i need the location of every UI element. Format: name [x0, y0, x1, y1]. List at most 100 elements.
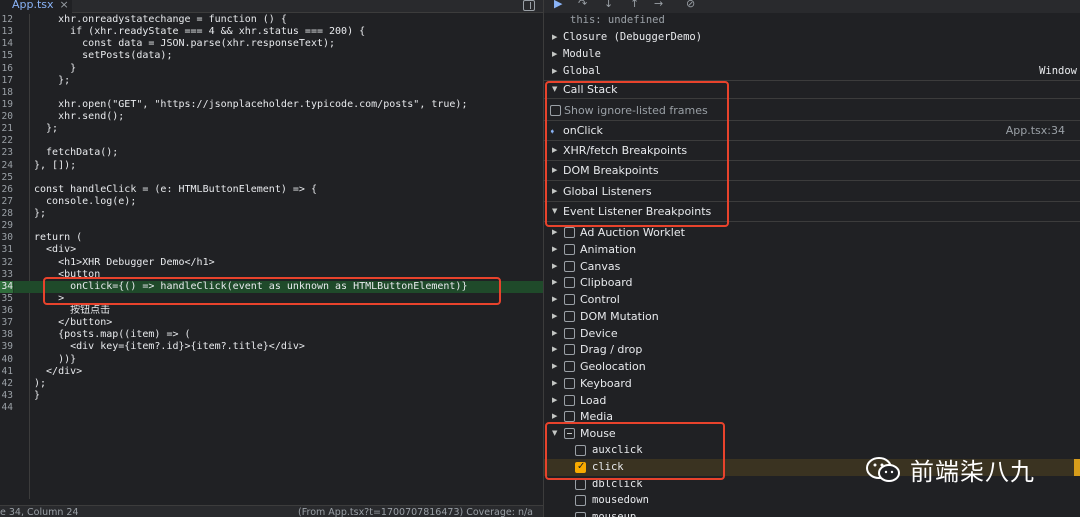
event-category-checkbox[interactable]	[564, 294, 575, 305]
line-number[interactable]: 26	[0, 184, 13, 196]
step-over-icon[interactable]: ↷	[578, 0, 587, 10]
line-number[interactable]: 12	[0, 14, 13, 26]
scope-module[interactable]: ▶ Module	[544, 46, 1080, 63]
file-tab[interactable]: App.tsx ×	[0, 0, 72, 13]
code-line[interactable]: 19 xhr.open("GET", "https://jsonplacehol…	[0, 99, 543, 111]
code-line[interactable]: 32 <h1>XHR Debugger Demo</h1>	[0, 257, 543, 269]
scope-closure[interactable]: ▶ Closure (DebuggerDemo)	[544, 29, 1080, 46]
scope-global[interactable]: ▶ Global Window	[544, 63, 1080, 80]
code-line[interactable]: 39 <div key={item?.id}>{item?.title}</di…	[0, 341, 543, 353]
deactivate-breakpoints-icon[interactable]: ⊘	[686, 0, 695, 10]
code-line[interactable]: 14 const data = JSON.parse(xhr.responseT…	[0, 38, 543, 50]
code-line[interactable]: 30 return (	[0, 232, 543, 244]
event-category-checkbox[interactable]	[564, 327, 575, 339]
code-line[interactable]: 29	[0, 220, 543, 232]
step-into-icon[interactable]: ↓	[604, 0, 613, 10]
line-number[interactable]: 36	[0, 305, 13, 317]
code-line[interactable]: 42);	[0, 378, 543, 390]
line-number[interactable]: 40	[0, 354, 13, 366]
line-number[interactable]: 19	[0, 99, 13, 111]
line-number[interactable]: 32	[0, 257, 13, 269]
event-category-checkbox[interactable]	[564, 344, 575, 356]
mouse-event-row[interactable]: mousedown	[544, 492, 1080, 509]
code-line[interactable]: 41 </div>	[0, 366, 543, 378]
mouse-event-checkbox[interactable]	[575, 495, 586, 507]
code-line[interactable]: 20 xhr.send();	[0, 111, 543, 123]
code-line[interactable]: 21 };	[0, 123, 543, 135]
line-number[interactable]: 30	[0, 232, 13, 244]
mouse-event-row[interactable]: mouseup	[544, 509, 1080, 517]
event-category-row[interactable]: ▶ Geolocation	[544, 358, 1080, 375]
code-line[interactable]: 12 xhr.onreadystatechange = function () …	[0, 14, 543, 26]
event-category-checkbox[interactable]	[564, 277, 575, 289]
line-number[interactable]: 16	[0, 63, 13, 75]
code-line[interactable]: 22	[0, 135, 543, 147]
call-frame-location[interactable]: App.tsx:34	[1006, 124, 1065, 137]
event-category-checkbox[interactable]	[564, 361, 575, 372]
line-number[interactable]: 20	[0, 111, 13, 123]
event-category-row[interactable]: ▶ DOM Mutation	[544, 308, 1080, 325]
step-icon[interactable]: →	[654, 0, 663, 10]
line-number[interactable]: 25	[0, 172, 13, 184]
event-category-checkbox[interactable]	[564, 411, 575, 423]
code-line[interactable]: 37 </button>	[0, 317, 543, 329]
close-icon[interactable]: ×	[60, 0, 69, 11]
line-number[interactable]: 35	[0, 293, 13, 305]
mouse-event-checkbox[interactable]	[575, 512, 586, 517]
line-number[interactable]: 17	[0, 75, 13, 87]
resume-icon[interactable]: ▶	[554, 0, 562, 10]
event-category-checkbox[interactable]	[564, 243, 575, 255]
line-number[interactable]: 39	[0, 341, 13, 353]
line-number[interactable]: 29	[0, 220, 13, 232]
step-out-icon[interactable]: ↑	[630, 0, 639, 10]
code-line[interactable]: 31 <div>	[0, 244, 543, 256]
line-number[interactable]: 14	[0, 38, 13, 50]
line-number[interactable]: 33	[0, 269, 13, 281]
event-category-row[interactable]: ▶ Drag / drop	[544, 341, 1080, 358]
code-line[interactable]: 18	[0, 87, 543, 99]
event-category-checkbox[interactable]	[564, 394, 575, 406]
code-line[interactable]: 40 ))}	[0, 354, 543, 366]
event-category-row[interactable]: ▶ Load	[544, 392, 1080, 409]
toggle-sidebar-icon[interactable]	[523, 0, 535, 11]
code-line[interactable]: 26 const handleClick = (e: HTMLButtonElem…	[0, 184, 543, 196]
code-line[interactable]: 44	[0, 402, 543, 414]
code-line[interactable]: 43}	[0, 390, 543, 402]
code-line[interactable]: 25	[0, 172, 543, 184]
line-number[interactable]: 18	[0, 87, 13, 99]
event-category-row[interactable]: ▶ Device	[544, 325, 1080, 342]
event-category-checkbox[interactable]	[564, 260, 575, 272]
event-category-row[interactable]: ▶ Control	[544, 291, 1080, 308]
event-category-row[interactable]: ▶ Clipboard	[544, 274, 1080, 291]
event-category-checkbox[interactable]	[564, 377, 575, 389]
code-line[interactable]: 24}, []);	[0, 160, 543, 172]
line-number[interactable]: 42	[0, 378, 13, 390]
line-number[interactable]: 44	[0, 402, 13, 414]
line-number[interactable]: 43	[0, 390, 13, 402]
event-category-row[interactable]: ▶ Canvas	[544, 258, 1080, 275]
line-number[interactable]: 24	[0, 160, 13, 172]
line-number[interactable]: 31	[0, 244, 13, 256]
event-category-checkbox[interactable]	[564, 227, 575, 238]
code-line[interactable]: 28};	[0, 208, 543, 220]
line-number[interactable]: 37	[0, 317, 13, 329]
line-number[interactable]: 15	[0, 50, 13, 62]
line-number[interactable]: 23	[0, 147, 13, 159]
line-number[interactable]: 38	[0, 329, 13, 341]
code-area[interactable]: 12 xhr.onreadystatechange = function () …	[0, 14, 543, 414]
line-number[interactable]: 13	[0, 26, 13, 38]
mouse-event-checkbox[interactable]	[575, 478, 586, 490]
code-line[interactable]: 15 setPosts(data);	[0, 50, 543, 62]
code-line[interactable]: 36 按钮点击	[0, 305, 543, 317]
event-category-checkbox[interactable]	[564, 310, 575, 322]
code-line[interactable]: 13 if (xhr.readyState === 4 && xhr.statu…	[0, 26, 543, 38]
line-number[interactable]: 21	[0, 123, 13, 135]
line-number[interactable]: 41	[0, 366, 13, 378]
line-number[interactable]: 34	[0, 280, 13, 293]
event-category-row[interactable]: ▶ Animation	[544, 241, 1080, 258]
code-line[interactable]: 17 };	[0, 75, 543, 87]
line-number[interactable]: 27	[0, 196, 13, 208]
code-line[interactable]: 16 }	[0, 63, 543, 75]
code-line[interactable]: 23 fetchData();	[0, 147, 543, 159]
line-number[interactable]: 22	[0, 135, 13, 147]
